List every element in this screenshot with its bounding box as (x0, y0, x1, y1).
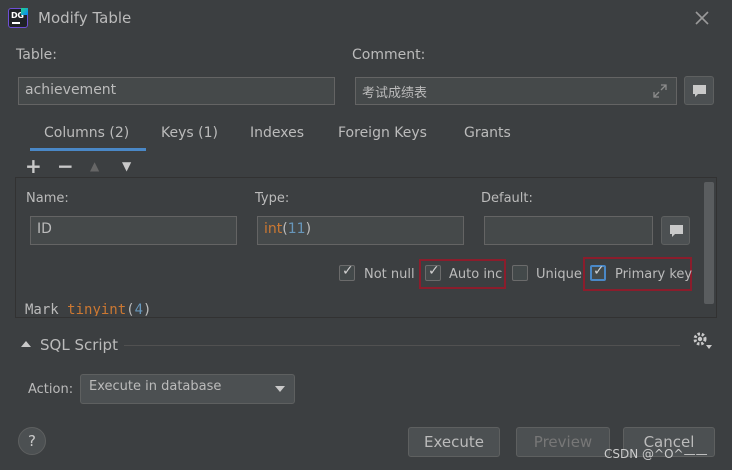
action-selected-value: Execute in database (89, 379, 222, 394)
tab-columns[interactable]: Columns (2) (44, 125, 129, 141)
move-down-button[interactable]: ▼ (122, 159, 131, 173)
tab-grants[interactable]: Grants (464, 125, 511, 141)
panel-scrollbar[interactable] (704, 182, 714, 304)
table-label: Table: (16, 47, 57, 63)
help-icon: ? (28, 432, 36, 450)
primary-key-label: Primary key (615, 267, 693, 282)
watermark: CSDN @^O^—— (604, 447, 708, 461)
column-name-input[interactable]: ID (30, 216, 237, 245)
action-label: Action: (28, 382, 74, 397)
tab-foreign-keys[interactable]: Foreign Keys (338, 125, 427, 141)
add-column-button[interactable]: + (25, 154, 42, 178)
comment-input[interactable]: 考试成绩表 (355, 77, 677, 105)
active-tab-indicator (30, 148, 146, 151)
sql-script-toggle[interactable]: SQL Script (40, 336, 118, 354)
move-up-button[interactable]: ▲ (90, 159, 99, 173)
title-bar: DG Modify Table (0, 0, 732, 36)
comment-label: Comment: (352, 47, 426, 63)
primary-key-checkbox[interactable]: ✓ (590, 263, 606, 281)
speech-bubble-icon (670, 225, 683, 237)
not-null-label: Not null (364, 267, 415, 282)
checkmark-icon: ✓ (342, 263, 354, 279)
column-type-input[interactable]: int(11) (257, 216, 464, 245)
section-divider (124, 345, 680, 346)
speech-bubble-icon (693, 85, 706, 97)
type-label: Type: (255, 191, 290, 206)
tab-indexes[interactable]: Indexes (250, 125, 304, 141)
auto-inc-label: Auto inc (449, 267, 503, 282)
datagrip-app-icon: DG (8, 8, 28, 28)
close-icon[interactable] (692, 8, 712, 28)
remove-column-button[interactable]: − (57, 154, 74, 178)
type-size: 11 (287, 221, 306, 237)
help-button[interactable]: ? (18, 427, 46, 455)
default-label: Default: (481, 191, 533, 206)
type-keyword: int (264, 221, 283, 237)
gear-icon[interactable] (691, 330, 713, 350)
unique-label: Unique (536, 267, 582, 282)
default-editor-button[interactable] (661, 216, 690, 245)
auto-inc-checkbox[interactable]: ✓ (425, 263, 441, 281)
comment-value: 考试成绩表 (362, 86, 428, 101)
table-name-input[interactable]: achievement (18, 77, 335, 105)
not-null-checkbox[interactable]: ✓ (339, 263, 355, 281)
collapse-triangle-icon[interactable] (20, 339, 32, 349)
window-title: Modify Table (38, 9, 132, 27)
chevron-down-icon (275, 386, 285, 392)
comment-editor-button[interactable] (684, 76, 714, 105)
preview-button[interactable]: Preview (516, 427, 610, 457)
expand-icon[interactable] (651, 82, 669, 100)
default-value-input[interactable] (484, 216, 653, 245)
name-label: Name: (26, 191, 69, 206)
checkmark-icon: ✓ (428, 263, 440, 279)
execute-button[interactable]: Execute (408, 427, 500, 457)
checkmark-icon: ✓ (593, 263, 605, 279)
action-select[interactable]: Execute in database (80, 374, 295, 404)
column-row-mark[interactable]: Mark tinyint(4) (25, 302, 151, 316)
columns-toolbar (15, 152, 717, 178)
tab-keys[interactable]: Keys (1) (161, 125, 218, 141)
unique-checkbox[interactable] (512, 265, 528, 281)
